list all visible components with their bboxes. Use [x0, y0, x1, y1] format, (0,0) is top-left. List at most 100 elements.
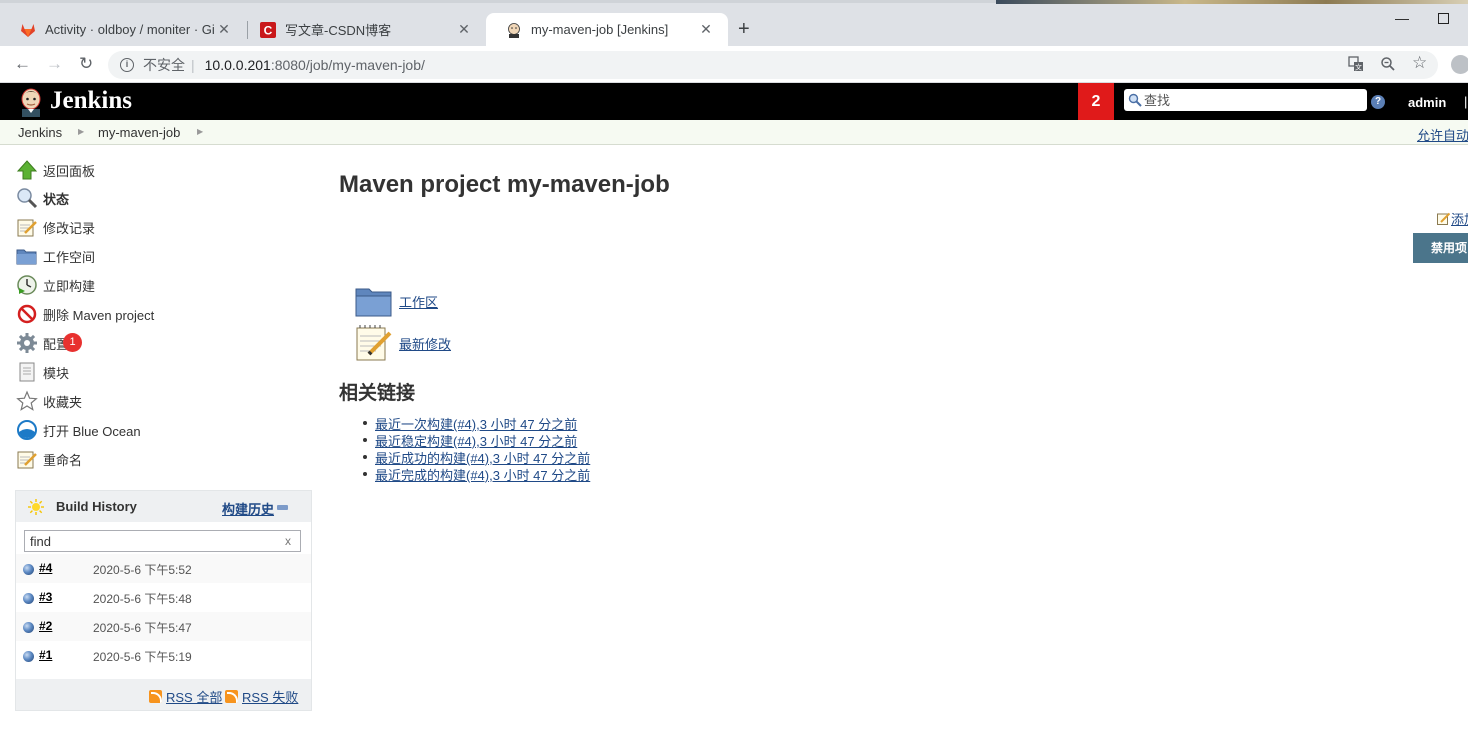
breadcrumb-jenkins[interactable]: Jenkins — [18, 125, 62, 140]
jenkins-favicon-icon — [508, 22, 520, 38]
config-count-badge: 1 — [63, 333, 82, 352]
browser-tab-strip: Activity · oldboy / moniter · Gi ✕ C 写文章… — [0, 0, 1468, 46]
rss-failed-link[interactable]: RSS 失败 — [225, 687, 298, 706]
task-delete-project[interactable]: 删除 Maven project — [16, 303, 154, 325]
build-row[interactable]: #2 2020-5-6 下午5:47 — [16, 612, 311, 641]
build-row[interactable]: #1 2020-5-6 下午5:19 — [16, 641, 311, 670]
build-filter-box: x — [24, 530, 301, 552]
edit-notepad-icon — [1437, 212, 1450, 225]
browser-toolbar: ← → ↻ i 不安全 | 10.0.0.201:8080/job/my-mav… — [0, 46, 1468, 83]
add-description-link[interactable]: 添加描述 — [1437, 209, 1468, 228]
address-bar[interactable]: i 不安全 | 10.0.0.201:8080/job/my-maven-job… — [108, 51, 1438, 79]
disable-project-button[interactable]: 禁用项目 — [1413, 233, 1468, 263]
search-input[interactable] — [1144, 92, 1354, 108]
gear-icon — [17, 333, 37, 353]
clear-filter-icon[interactable]: x — [285, 534, 291, 548]
build-number-link[interactable]: #4 — [39, 561, 52, 575]
build-date[interactable]: 2020-5-6 下午5:47 — [93, 619, 192, 636]
jenkins-logo-text[interactable]: Jenkins — [50, 87, 132, 115]
task-open-blue-ocean[interactable]: 打开 Blue Ocean — [16, 419, 141, 441]
close-tab-icon[interactable]: ✕ — [216, 21, 232, 38]
recent-changes-label: 最新修改 — [399, 336, 452, 352]
task-label: 删除 Maven project — [43, 307, 155, 323]
breadcrumb: Jenkins ▶ my-maven-job ▶ 允许自动刷新 — [0, 120, 1468, 145]
build-history-footer: RSS 全部 RSS 失败 — [16, 679, 311, 710]
build-number-link[interactable]: #1 — [39, 648, 52, 662]
task-workspace[interactable]: 工作空间 — [16, 245, 95, 267]
user-link[interactable]: admin — [1408, 95, 1446, 110]
build-status-ball-icon — [23, 564, 34, 575]
build-date[interactable]: 2020-5-6 下午5:52 — [93, 561, 192, 578]
rss-all-link[interactable]: RSS 全部 — [149, 687, 222, 706]
task-modules[interactable]: 模块 — [16, 361, 69, 383]
close-tab-icon[interactable]: ✕ — [698, 21, 714, 38]
last-build-link[interactable]: 最近一次构建(#4),3 小时 47 分之前 — [375, 417, 577, 432]
tab-csdn[interactable]: C 写文章-CSDN博客 ✕ — [240, 13, 486, 46]
zoom-icon[interactable] — [1380, 56, 1396, 75]
csdn-icon: C — [260, 21, 276, 38]
build-row[interactable]: #3 2020-5-6 下午5:48 — [16, 583, 311, 612]
star-icon — [16, 390, 38, 411]
task-status[interactable]: 状态 — [16, 187, 69, 209]
tab-gitlab[interactable]: Activity · oldboy / moniter · Gi ✕ — [0, 13, 246, 46]
maximize-window-icon[interactable] — [1438, 13, 1449, 24]
bookmark-star-icon[interactable]: ☆ — [1412, 53, 1427, 73]
collapse-icon[interactable] — [277, 505, 288, 510]
translate-icon[interactable]: 文 — [1348, 56, 1364, 75]
build-status-ball-icon — [23, 651, 34, 662]
tab-jenkins[interactable]: my-maven-job [Jenkins] ✕ — [486, 13, 728, 46]
desktop-background-strip — [996, 0, 1468, 4]
gitlab-icon — [21, 23, 35, 37]
info-icon[interactable]: i — [120, 58, 134, 72]
search-icon — [1128, 93, 1142, 107]
new-tab-icon[interactable]: + — [738, 18, 750, 41]
last-successful-build-link[interactable]: 最近成功的构建(#4),3 小时 47 分之前 — [375, 451, 590, 466]
list-item: 最近稳定构建(#4),3 小时 47 分之前 — [362, 431, 590, 449]
build-filter-input[interactable] — [30, 533, 285, 549]
minimize-window-icon[interactable]: — — [1395, 10, 1409, 26]
workspace-link[interactable]: 工作区 — [354, 281, 438, 321]
auto-refresh-link[interactable]: 允许自动刷新 — [1417, 125, 1468, 144]
build-row[interactable]: #4 2020-5-6 下午5:52 — [16, 554, 311, 583]
last-stable-build-link[interactable]: 最近稳定构建(#4),3 小时 47 分之前 — [375, 434, 577, 449]
task-changes[interactable]: 修改记录 — [16, 216, 95, 238]
svg-text:文: 文 — [1355, 63, 1362, 72]
task-label: 工作空间 — [43, 249, 96, 265]
not-secure-label: 不安全 — [143, 57, 185, 73]
magnifier-icon — [17, 188, 38, 209]
task-label: 重命名 — [43, 452, 83, 468]
last-completed-build-link[interactable]: 最近完成的构建(#4),3 小时 47 分之前 — [375, 468, 590, 483]
task-rename[interactable]: 重命名 — [16, 448, 82, 470]
help-icon[interactable]: ? — [1371, 95, 1385, 109]
breadcrumb-job[interactable]: my-maven-job — [98, 125, 180, 140]
build-number-link[interactable]: #2 — [39, 619, 52, 633]
up-arrow-icon — [16, 160, 38, 180]
rss-icon — [225, 690, 238, 703]
build-date[interactable]: 2020-5-6 下午5:19 — [93, 648, 192, 665]
close-tab-icon[interactable]: ✕ — [456, 21, 472, 38]
task-label: 收藏夹 — [43, 394, 83, 410]
task-favorite[interactable]: 收藏夹 — [16, 390, 82, 412]
forward-arrow-icon[interactable]: → — [46, 54, 63, 74]
back-arrow-icon[interactable]: ← — [14, 54, 31, 74]
build-trend-link[interactable]: 构建历史 — [222, 499, 274, 518]
blue-ocean-icon — [17, 420, 37, 440]
clock-play-icon — [17, 275, 37, 295]
breadcrumb-arrow-icon[interactable]: ▶ — [78, 127, 84, 136]
build-date[interactable]: 2020-5-6 下午5:48 — [93, 590, 192, 607]
notepad-icon — [17, 219, 37, 237]
rss-icon — [149, 690, 162, 703]
header-separator: | — [1464, 94, 1468, 109]
profile-avatar-icon[interactable] — [1451, 55, 1468, 74]
build-number-link[interactable]: #3 — [39, 590, 52, 604]
page-title: Maven project my-maven-job — [339, 171, 670, 198]
breadcrumb-arrow-icon[interactable]: ▶ — [197, 127, 203, 136]
reload-icon[interactable]: ↻ — [79, 54, 93, 74]
notification-badge[interactable]: 2 — [1078, 83, 1114, 120]
recent-changes-link[interactable]: 最新修改 — [354, 323, 451, 363]
task-configure[interactable]: 配置 — [16, 332, 69, 354]
task-build-now[interactable]: 立即构建 — [16, 274, 95, 296]
document-icon — [19, 362, 35, 382]
jenkins-butler-logo-icon[interactable] — [16, 87, 46, 117]
task-back-to-dashboard[interactable]: 返回面板 — [16, 159, 95, 181]
